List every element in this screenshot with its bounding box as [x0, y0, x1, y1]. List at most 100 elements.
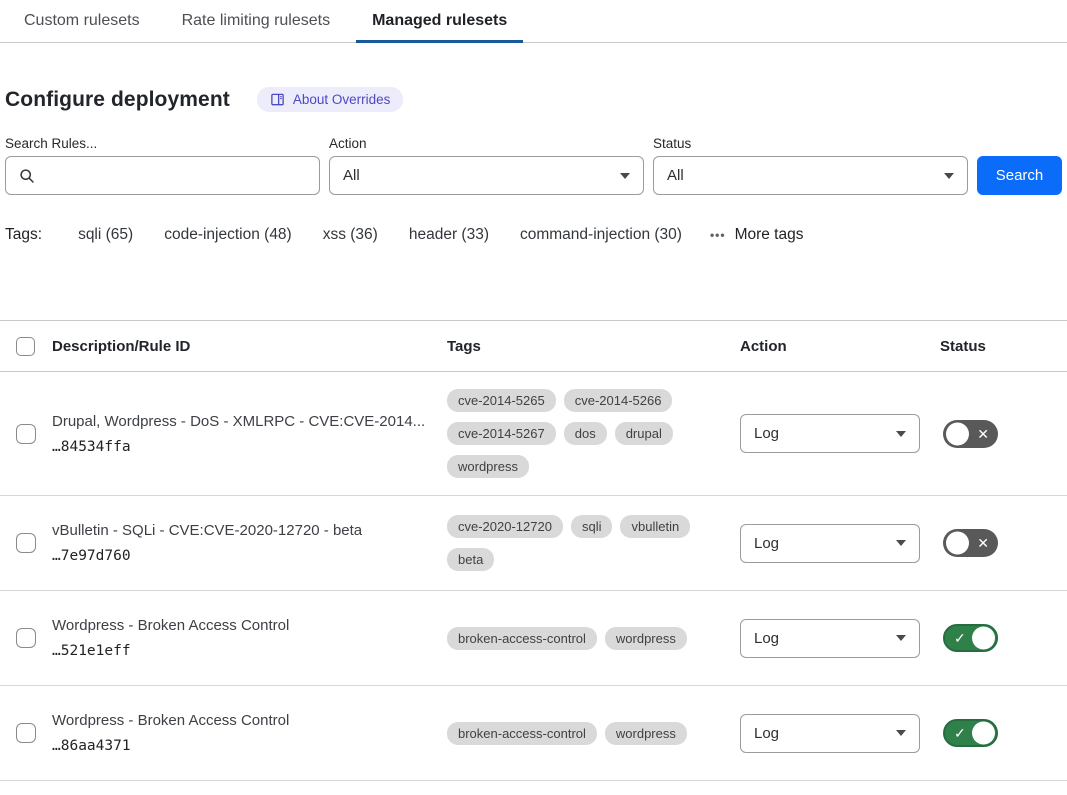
rule-tags: cve-2020-12720sqlivbulletinbeta: [447, 515, 740, 571]
action-select[interactable]: Log: [740, 524, 920, 563]
chevron-down-icon: [896, 635, 906, 641]
tab-managed-rulesets[interactable]: Managed rulesets: [356, 0, 523, 42]
rule-id: …86aa4371: [52, 738, 447, 754]
tag-pill: drupal: [615, 422, 673, 445]
tag-pill: dos: [564, 422, 607, 445]
action-select[interactable]: Log: [740, 619, 920, 658]
rule-description[interactable]: Wordpress - Broken Access Control: [52, 712, 447, 729]
search-input-box: [5, 156, 320, 195]
chevron-down-icon: [896, 730, 906, 736]
rule-id: …521e1eff: [52, 643, 447, 659]
rule-description-cell: Wordpress - Broken Access Control …86aa4…: [52, 712, 447, 754]
row-checkbox-cell: [0, 533, 52, 553]
tab-rate-limiting-rulesets[interactable]: Rate limiting rulesets: [166, 0, 347, 42]
action-filter-value: All: [343, 167, 360, 184]
tag-pill: cve-2014-5265: [447, 389, 556, 412]
tag-filter[interactable]: xss (36): [323, 226, 378, 243]
status-toggle[interactable]: ✕: [943, 529, 998, 557]
action-select[interactable]: Log: [740, 714, 920, 753]
action-select[interactable]: Log: [740, 414, 920, 453]
rule-tags: broken-access-control wordpress: [447, 627, 740, 650]
rule-status-cell: ✓: [940, 719, 1067, 747]
toggle-state-icon: ✓: [954, 631, 966, 645]
search-rules-input[interactable]: [44, 167, 306, 184]
toggle-state-icon: ✕: [977, 536, 989, 550]
row-checkbox-cell: [0, 723, 52, 743]
select-all-checkbox[interactable]: [16, 337, 35, 356]
search-button[interactable]: Search: [977, 156, 1062, 195]
tag-pill: sqli: [571, 515, 613, 538]
heading-row: Configure deployment About Overrides: [5, 87, 1062, 112]
column-header-status: Status: [940, 338, 1067, 355]
rule-description-cell: Wordpress - Broken Access Control …521e1…: [52, 617, 447, 659]
table-header: Description/Rule ID Tags Action Status: [0, 321, 1067, 372]
rule-action-cell: Log: [740, 414, 940, 453]
tag-pill: broken-access-control: [447, 722, 597, 745]
filter-bar: Search Rules... Action All Status All: [5, 136, 1062, 195]
row-checkbox-cell: [0, 628, 52, 648]
search-icon: [19, 168, 35, 184]
action-select-value: Log: [754, 725, 779, 742]
tag-filter-list: sqli (65) code-injection (48) xss (36) head…: [78, 226, 713, 244]
tag-pill: cve-2014-5266: [564, 389, 673, 412]
status-filter-label: Status: [653, 136, 968, 151]
chevron-down-icon: [620, 173, 630, 179]
tag-pill: wordpress: [447, 455, 529, 478]
chevron-down-icon: [896, 431, 906, 437]
rule-action-cell: Log: [740, 714, 940, 753]
rules-table: Description/Rule ID Tags Action Status D…: [0, 320, 1067, 781]
status-toggle[interactable]: ✕: [943, 420, 998, 448]
rule-description[interactable]: vBulletin - SQLi - CVE:CVE-2020-12720 - …: [52, 522, 447, 539]
status-filter-value: All: [667, 167, 684, 184]
row-checkbox[interactable]: [16, 424, 36, 444]
tag-pill: wordpress: [605, 722, 687, 745]
toggle-knob: [972, 627, 995, 650]
search-rules-group: Search Rules...: [5, 136, 320, 195]
header-checkbox-cell: [0, 337, 52, 356]
tag-filter[interactable]: command-injection (30): [520, 226, 682, 243]
tag-pill: wordpress: [605, 627, 687, 650]
toggle-state-icon: ✕: [977, 427, 989, 441]
tab-label: Managed rulesets: [372, 12, 507, 29]
chevron-down-icon: [896, 540, 906, 546]
rule-id: …84534ffa: [52, 439, 447, 455]
rule-description[interactable]: Wordpress - Broken Access Control: [52, 617, 447, 634]
status-filter-select[interactable]: All: [653, 156, 968, 195]
tag-pill: broken-access-control: [447, 627, 597, 650]
rule-description-cell: Drupal, Wordpress - DoS - XMLRPC - CVE:C…: [52, 413, 447, 455]
table-row: Wordpress - Broken Access Control …521e1…: [0, 591, 1067, 686]
tag-pill: vbulletin: [620, 515, 690, 538]
toggle-knob: [946, 422, 969, 445]
rule-action-cell: Log: [740, 524, 940, 563]
action-filter-select[interactable]: All: [329, 156, 644, 195]
action-select-value: Log: [754, 630, 779, 647]
table-row: Wordpress - Broken Access Control …86aa4…: [0, 686, 1067, 781]
action-select-value: Log: [754, 535, 779, 552]
rule-status-cell: ✕: [940, 529, 1067, 557]
row-checkbox[interactable]: [16, 628, 36, 648]
search-rules-label: Search Rules...: [5, 136, 320, 151]
column-header-action: Action: [740, 338, 940, 355]
tag-filter[interactable]: sqli (65): [78, 226, 133, 243]
rule-status-cell: ✕: [940, 420, 1067, 448]
page-title: Configure deployment: [5, 88, 230, 112]
ruleset-tab-bar: Custom rulesets Rate limiting rulesets M…: [0, 0, 1067, 43]
action-filter-group: Action All: [329, 136, 644, 195]
tags-bar-label: Tags:: [5, 226, 42, 244]
more-tags-button[interactable]: ••• More tags: [710, 226, 804, 244]
status-toggle[interactable]: ✓: [943, 719, 998, 747]
about-overrides-label: About Overrides: [293, 92, 391, 107]
row-checkbox[interactable]: [16, 533, 36, 553]
table-body: Drupal, Wordpress - DoS - XMLRPC - CVE:C…: [0, 372, 1067, 781]
tag-filter[interactable]: header (33): [409, 226, 489, 243]
rule-description[interactable]: Drupal, Wordpress - DoS - XMLRPC - CVE:C…: [52, 413, 447, 430]
tab-custom-rulesets[interactable]: Custom rulesets: [8, 0, 156, 42]
book-icon: [270, 92, 285, 107]
rule-tags: cve-2014-5265cve-2014-5266cve-2014-5267d…: [447, 389, 740, 478]
about-overrides-badge[interactable]: About Overrides: [257, 87, 404, 112]
row-checkbox[interactable]: [16, 723, 36, 743]
action-select-value: Log: [754, 425, 779, 442]
chevron-down-icon: [944, 173, 954, 179]
status-toggle[interactable]: ✓: [943, 624, 998, 652]
tag-filter[interactable]: code-injection (48): [164, 226, 292, 243]
